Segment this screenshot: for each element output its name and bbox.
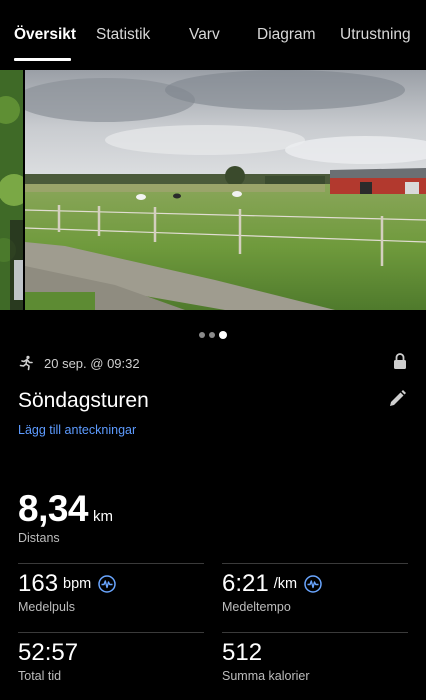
carousel-dot[interactable] xyxy=(209,331,215,338)
landscape-photo xyxy=(15,70,426,310)
lock-icon[interactable] xyxy=(393,352,407,370)
carousel-dot-active[interactable] xyxy=(219,330,227,339)
previous-photo[interactable] xyxy=(0,70,23,310)
pace-zone-icon[interactable] xyxy=(304,575,322,593)
tab-oversikt[interactable]: Översikt xyxy=(14,26,76,44)
pencil-icon[interactable] xyxy=(387,389,407,409)
distance-stat: 8,34 km xyxy=(18,488,113,530)
running-icon xyxy=(19,355,33,371)
divider xyxy=(18,632,204,633)
avg-pace-stat: 6:21 /km Medeltempo xyxy=(222,570,322,614)
tab-utrustning[interactable]: Utrustning xyxy=(340,26,411,44)
tab-diagram[interactable]: Diagram xyxy=(257,26,316,44)
calories-value: 512 xyxy=(222,639,263,666)
avg-pace-label: Medeltempo xyxy=(222,600,291,614)
previous-photo-image xyxy=(0,70,23,310)
add-notes-link[interactable]: Lägg till anteckningar xyxy=(18,423,136,437)
distance-value: 8,34 xyxy=(18,488,89,529)
avg-hr-label: Medelpuls xyxy=(18,600,75,614)
current-photo[interactable] xyxy=(15,70,426,310)
avg-hr-stat: 163 bpm Medelpuls xyxy=(18,570,117,614)
carousel-dots xyxy=(0,326,426,339)
total-time-label: Total tid xyxy=(18,669,62,683)
carousel-dot[interactable] xyxy=(199,331,205,338)
tab-varv[interactable]: Varv xyxy=(189,26,220,44)
divider xyxy=(222,632,408,633)
avg-hr-value: 163 xyxy=(18,570,59,597)
activity-meta: 20 sep. @ 09:32 xyxy=(18,353,140,373)
distance-unit: km xyxy=(93,508,114,525)
divider xyxy=(222,563,408,564)
total-time-value: 52:57 xyxy=(18,639,79,666)
avg-pace-value: 6:21 xyxy=(222,570,269,597)
heart-rate-zone-icon[interactable] xyxy=(98,575,117,593)
calories-label: Summa kalorier xyxy=(222,669,310,683)
total-time-stat: 52:57 Total tid xyxy=(18,639,78,683)
tab-bar: Översikt Statistik Varv Diagram Utrustni… xyxy=(0,0,426,66)
avg-pace-unit: /km xyxy=(273,576,298,592)
distance-label: Distans xyxy=(18,531,60,545)
active-tab-indicator xyxy=(14,58,71,61)
tab-statistik[interactable]: Statistik xyxy=(96,26,150,44)
activity-title: Söndagsturen xyxy=(18,389,149,412)
activity-datetime: 20 sep. @ 09:32 xyxy=(44,355,140,371)
photo-carousel[interactable] xyxy=(0,70,426,310)
avg-hr-unit: bpm xyxy=(63,576,92,592)
divider xyxy=(18,563,204,564)
calories-stat: 512 Summa kalorier xyxy=(222,639,310,683)
